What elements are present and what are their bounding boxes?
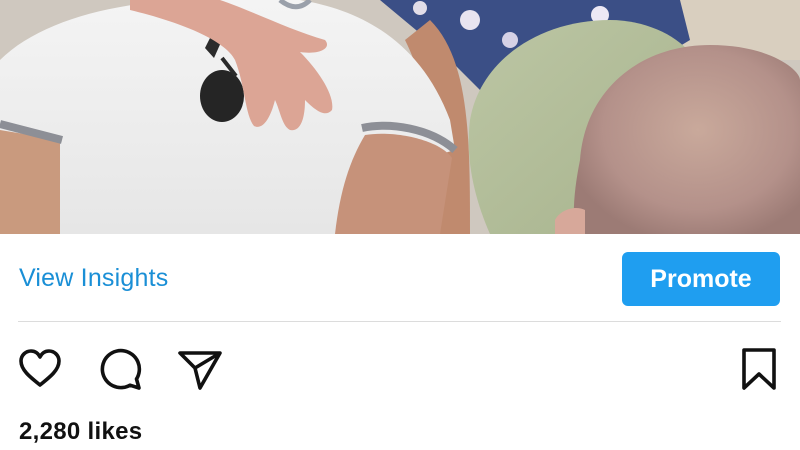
view-insights-link[interactable]: View Insights <box>19 264 168 293</box>
insights-bar: View Insights Promote <box>0 234 800 322</box>
instagram-post-screen: View Insights Promote 2,280 likes <box>0 0 800 450</box>
promote-button[interactable]: Promote <box>622 252 780 306</box>
speech-bubble-icon[interactable] <box>96 345 144 393</box>
post-action-row <box>0 345 800 395</box>
likes-count[interactable]: 2,280 likes <box>19 418 142 446</box>
heart-outline-icon[interactable] <box>16 345 64 393</box>
post-photo-image <box>0 0 800 234</box>
bookmark-icon[interactable] <box>735 345 783 393</box>
post-photo[interactable] <box>0 0 800 234</box>
paper-plane-icon[interactable] <box>176 345 224 393</box>
divider <box>18 321 781 322</box>
